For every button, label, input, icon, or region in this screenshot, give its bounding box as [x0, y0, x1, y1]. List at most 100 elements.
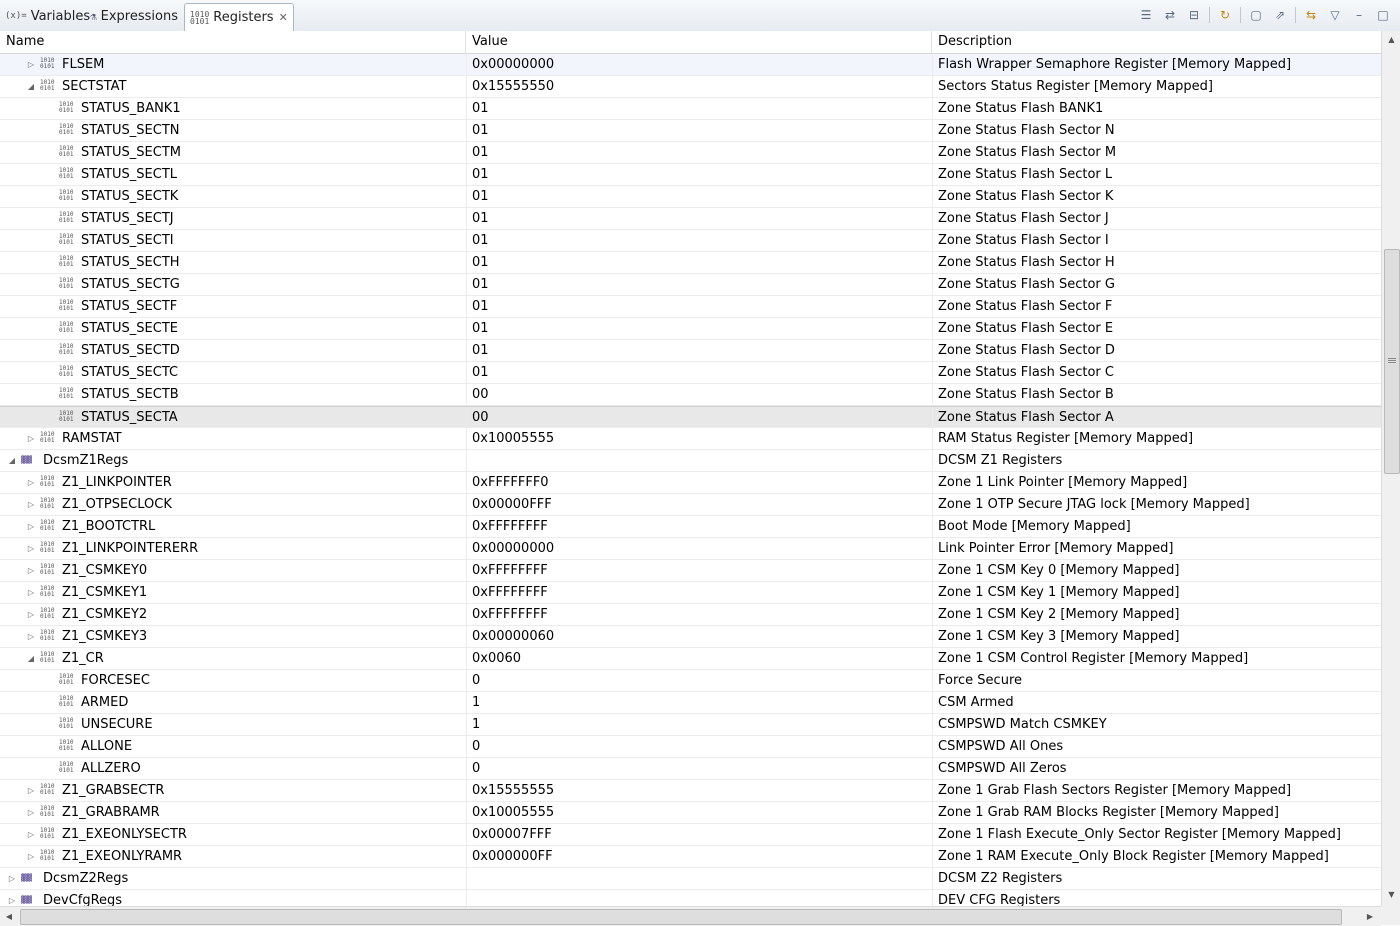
collapsed-arrow-icon[interactable]: ▷: [25, 54, 37, 75]
collapsed-arrow-icon[interactable]: ▷: [25, 428, 37, 449]
collapsed-arrow-icon[interactable]: ▷: [25, 626, 37, 647]
register-value[interactable]: 0x00000000: [466, 538, 931, 559]
table-row[interactable]: ▷ 1010 0101 Z1_EXEONLYSECTR 0x00007FFF Zone 1…: [0, 824, 1381, 846]
horizontal-scrollbar[interactable]: ◀ ▶: [0, 906, 1381, 926]
table-row[interactable]: 1010 0101 ARMED 1 CSM Armed: [0, 692, 1381, 714]
register-value[interactable]: 01: [466, 164, 931, 185]
table-row[interactable]: ▷ 1010 0101 Z1_CSMKEY2 0xFFFFFFFF Zone 1 CSM …: [0, 604, 1381, 626]
collapsed-arrow-icon[interactable]: ▷: [25, 538, 37, 559]
table-row[interactable]: 1010 0101 STATUS_SECTI 01 Zone Status Flash …: [0, 230, 1381, 252]
collapsed-arrow-icon[interactable]: ▷: [25, 846, 37, 867]
close-tab-icon[interactable]: ✕: [279, 11, 288, 24]
column-header-value[interactable]: Value: [466, 31, 932, 53]
collapsed-arrow-icon[interactable]: ▷: [25, 582, 37, 603]
table-row[interactable]: ▷ 1010 0101 Z1_LINKPOINTERERR 0x00000000 Link…: [0, 538, 1381, 560]
expanded-arrow-icon[interactable]: ◢: [25, 648, 37, 669]
collapsed-arrow-icon[interactable]: ▷: [6, 868, 18, 889]
table-row[interactable]: 1010 0101 STATUS_SECTK 01 Zone Status Flash …: [0, 186, 1381, 208]
register-value[interactable]: 01: [466, 252, 931, 273]
table-row[interactable]: ◢ ▓▓ DcsmZ1Regs DCSM Z1 Registers: [0, 450, 1381, 472]
collapsed-arrow-icon[interactable]: ▷: [25, 780, 37, 801]
table-row[interactable]: 1010 0101 STATUS_SECTL 01 Zone Status Flash …: [0, 164, 1381, 186]
table-row[interactable]: 1010 0101 STATUS_SECTH 01 Zone Status Flash …: [0, 252, 1381, 274]
register-value[interactable]: 0x15555550: [466, 76, 931, 97]
scroll-right-icon[interactable]: ▶: [1361, 907, 1379, 926]
expanded-arrow-icon[interactable]: ◢: [6, 450, 18, 471]
table-row[interactable]: ▷ 1010 0101 Z1_BOOTCTRL 0xFFFFFFFF Boot Mode …: [0, 516, 1381, 538]
scroll-left-icon[interactable]: ◀: [0, 907, 18, 926]
tab-registers[interactable]: 1010 0101 Registers ✕: [184, 3, 294, 32]
table-row[interactable]: ▷ 1010 0101 FLSEM 0x00000000 Flash Wrapper Se…: [0, 54, 1381, 76]
register-value[interactable]: 0x15555555: [466, 780, 931, 801]
register-value[interactable]: 01: [466, 230, 931, 251]
register-value[interactable]: 1: [466, 714, 931, 735]
view-menu-icon[interactable]: ▽: [1326, 6, 1344, 24]
sync-icon[interactable]: ⇆: [1302, 6, 1320, 24]
table-row[interactable]: 1010 0101 STATUS_SECTD 01 Zone Status Flash …: [0, 340, 1381, 362]
table-row[interactable]: 1010 0101 STATUS_SECTE 01 Zone Status Flash …: [0, 318, 1381, 340]
register-value[interactable]: 00: [466, 407, 931, 428]
register-value[interactable]: 01: [466, 98, 931, 119]
collapsed-arrow-icon[interactable]: ▷: [6, 890, 18, 906]
register-value[interactable]: 01: [466, 142, 931, 163]
table-row[interactable]: 1010 0101 STATUS_SECTN 01 Zone Status Flash …: [0, 120, 1381, 142]
tab-variables[interactable]: (x)= Variables: [0, 3, 95, 30]
table-row[interactable]: ▷ 1010 0101 Z1_LINKPOINTER 0xFFFFFFF0 Zone 1 …: [0, 472, 1381, 494]
collapsed-arrow-icon[interactable]: ▷: [25, 824, 37, 845]
table-row[interactable]: ▷ 1010 0101 Z1_CSMKEY0 0xFFFFFFFF Zone 1 CSM …: [0, 560, 1381, 582]
register-value[interactable]: 0xFFFFFFFF: [466, 604, 931, 625]
register-value[interactable]: 0: [466, 670, 931, 691]
register-value[interactable]: 01: [466, 120, 931, 141]
table-row[interactable]: 1010 0101 ALLONE 0 CSMPSWD All Ones: [0, 736, 1381, 758]
table-row[interactable]: ▷ ▓▓ DevCfgRegs DEV CFG Registers: [0, 890, 1381, 906]
table-row[interactable]: ▷ 1010 0101 RAMSTAT 0x10005555 RAM Status Reg…: [0, 428, 1381, 450]
table-row[interactable]: ◢ 1010 0101 SECTSTAT 0x15555550 Sectors Statu…: [0, 76, 1381, 98]
register-value[interactable]: 01: [466, 186, 931, 207]
register-value[interactable]: 01: [466, 362, 931, 383]
table-row[interactable]: 1010 0101 FORCESEC 0 Force Secure: [0, 670, 1381, 692]
table-row[interactable]: ▷ ▓▓ DcsmZ2Regs DCSM Z2 Registers: [0, 868, 1381, 890]
table-row[interactable]: ▷ 1010 0101 Z1_GRABRAMR 0x10005555 Zone 1 Gra…: [0, 802, 1381, 824]
register-value[interactable]: 0x000000FF: [466, 846, 931, 867]
tab-expressions[interactable]: ⚗ Expressions: [85, 3, 183, 30]
register-value[interactable]: 0x00000060: [466, 626, 931, 647]
register-value[interactable]: 01: [466, 318, 931, 339]
register-value[interactable]: 00: [466, 384, 931, 405]
collapse-all-icon[interactable]: ⊟: [1185, 6, 1203, 24]
register-value[interactable]: 0x00007FFF: [466, 824, 931, 845]
table-row[interactable]: ▷ 1010 0101 Z1_CSMKEY3 0x00000060 Zone 1 CSM …: [0, 626, 1381, 648]
expanded-arrow-icon[interactable]: ◢: [25, 76, 37, 97]
register-value[interactable]: 0: [466, 736, 931, 757]
register-value[interactable]: 0xFFFFFFF0: [466, 472, 931, 493]
register-value[interactable]: 0x00000000: [466, 54, 931, 75]
collapsed-arrow-icon[interactable]: ▷: [25, 560, 37, 581]
vertical-scrollbar[interactable]: ▲ ▼: [1381, 31, 1400, 907]
expand-all-icon[interactable]: ⇄: [1161, 6, 1179, 24]
register-value[interactable]: [466, 890, 931, 906]
register-value[interactable]: 0x10005555: [466, 428, 931, 449]
export-icon[interactable]: ⇗: [1271, 6, 1289, 24]
table-row[interactable]: 1010 0101 ALLZERO 0 CSMPSWD All Zeros: [0, 758, 1381, 780]
register-value[interactable]: 01: [466, 274, 931, 295]
register-value[interactable]: 0xFFFFFFFF: [466, 560, 931, 581]
table-row[interactable]: 1010 0101 STATUS_SECTA 00 Zone Status Flash …: [0, 406, 1381, 428]
register-value[interactable]: [466, 868, 931, 889]
collapsed-arrow-icon[interactable]: ▷: [25, 472, 37, 493]
minimize-icon[interactable]: –: [1350, 6, 1368, 24]
collapsed-arrow-icon[interactable]: ▷: [25, 494, 37, 515]
column-header-name[interactable]: Name: [0, 31, 466, 53]
register-value[interactable]: 0xFFFFFFFF: [466, 582, 931, 603]
table-row[interactable]: ▷ 1010 0101 Z1_OTPSECLOCK 0x00000FFF Zone 1 O…: [0, 494, 1381, 516]
scroll-up-icon[interactable]: ▲: [1382, 31, 1400, 49]
collapsed-arrow-icon[interactable]: ▷: [25, 604, 37, 625]
table-row[interactable]: 1010 0101 STATUS_SECTB 00 Zone Status Flash …: [0, 384, 1381, 406]
register-value[interactable]: 0x10005555: [466, 802, 931, 823]
register-value[interactable]: 0xFFFFFFFF: [466, 516, 931, 537]
table-row[interactable]: 1010 0101 STATUS_SECTF 01 Zone Status Flash …: [0, 296, 1381, 318]
horizontal-scroll-thumb[interactable]: [20, 909, 1342, 925]
table-row[interactable]: 1010 0101 STATUS_SECTC 01 Zone Status Flash …: [0, 362, 1381, 384]
table-row[interactable]: ◢ 1010 0101 Z1_CR 0x0060 Zone 1 CSM Control R…: [0, 648, 1381, 670]
new-view-icon[interactable]: ▢: [1247, 6, 1265, 24]
table-row[interactable]: 1010 0101 STATUS_SECTJ 01 Zone Status Flash …: [0, 208, 1381, 230]
register-value[interactable]: 0x00000FFF: [466, 494, 931, 515]
